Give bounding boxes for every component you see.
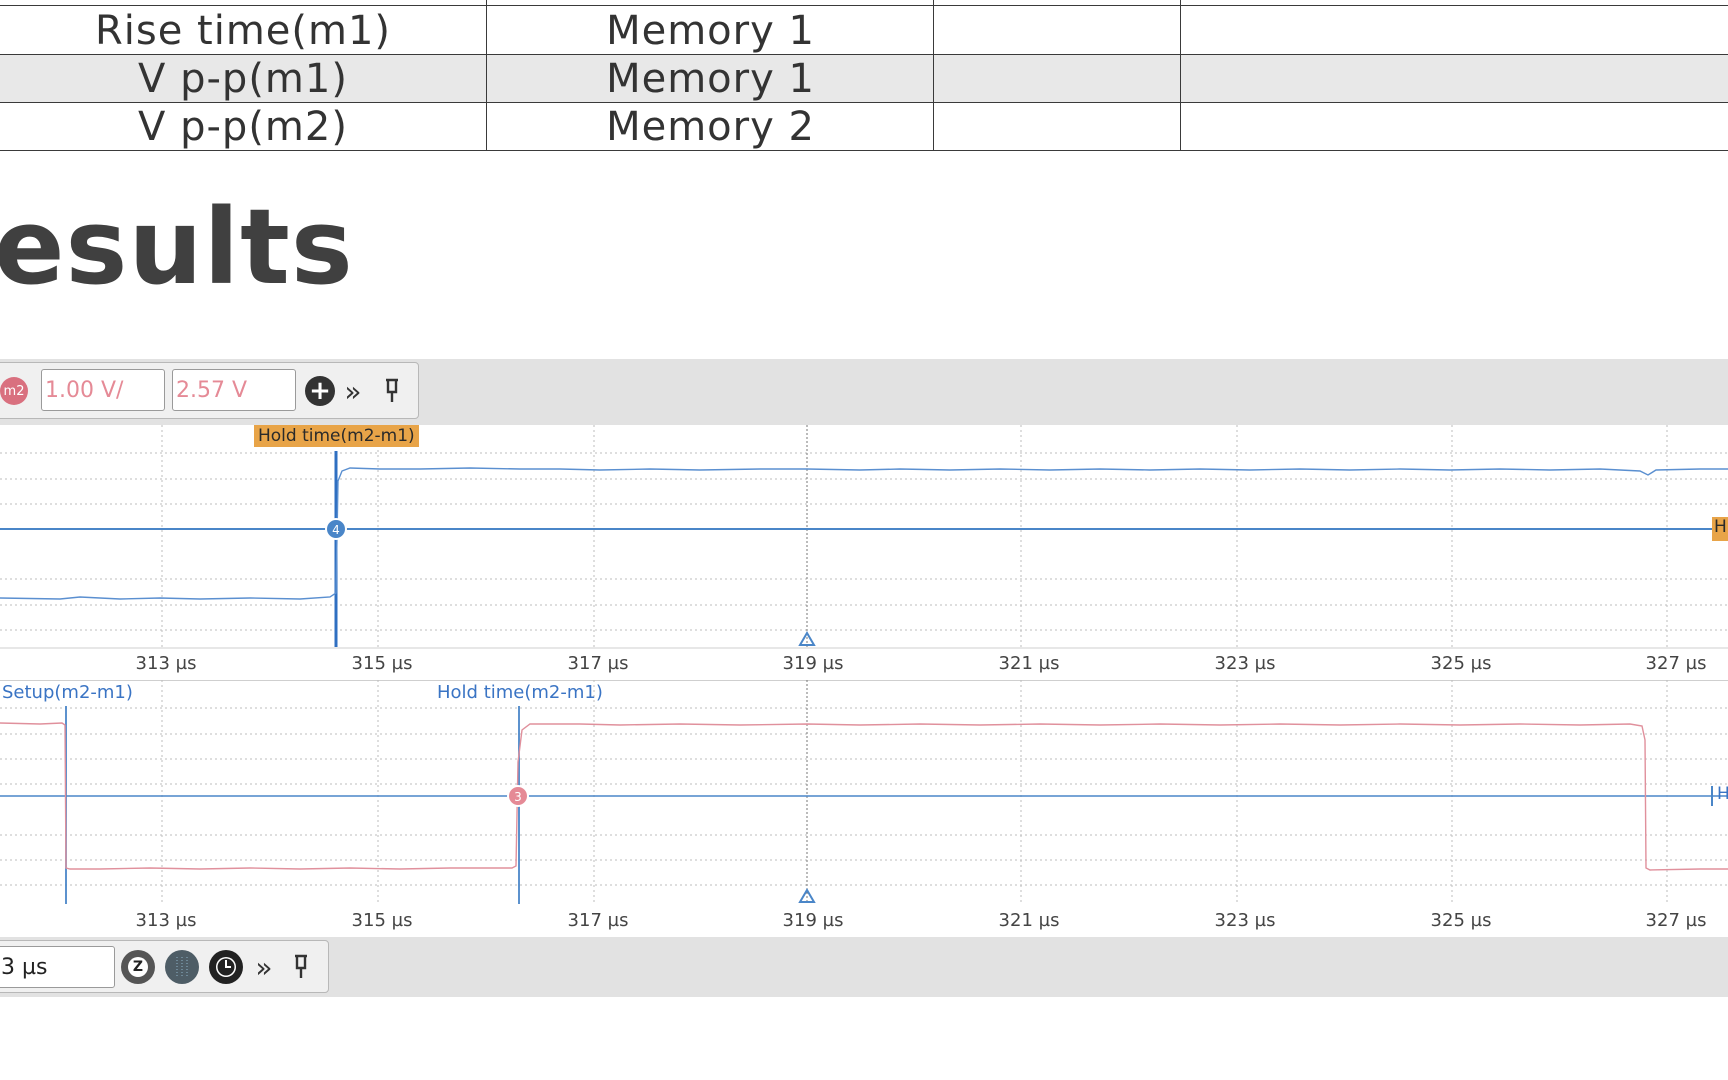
lower-scope-panel: 3 Setup(m2-m1) Hold time(m2-m1) H 313 µs… [0, 680, 1728, 937]
clock-icon[interactable] [209, 950, 243, 984]
section-heading: esults [0, 186, 354, 308]
measurement-source: Memory 1 [606, 7, 815, 54]
add-icon[interactable]: + [305, 376, 335, 406]
time-tick-label: 319 µs [782, 910, 844, 931]
time-tick-label: 327 µs [1645, 653, 1707, 674]
upper-scope-panel: 4 Hold time(m2-m1) H 313 µs 315 µs 317 µ… [0, 425, 1728, 680]
channel-toolbar: m2 1.00 V/ 2.57 V + » [0, 362, 419, 419]
upper-cursor-index: 4 [332, 523, 340, 537]
measurement-source: Memory 2 [606, 103, 815, 150]
lower-marker-label-hold[interactable]: Hold time(m2-m1) [437, 682, 603, 703]
lower-edge-tag[interactable]: H [1717, 784, 1728, 804]
time-tick-label: 321 µs [998, 910, 1060, 931]
timebase-input[interactable]: 3 µs [0, 946, 115, 988]
upper-edge-tag[interactable]: H [1712, 517, 1728, 541]
time-tick-label: 317 µs [567, 910, 629, 931]
measurement-name: V p-p(m1) [138, 55, 348, 102]
table-row[interactable]: Rise time(m1) Memory 1 [0, 7, 1728, 55]
time-tick-label: 315 µs [351, 910, 413, 931]
expand-icon[interactable]: » [249, 949, 279, 985]
column-divider [1180, 0, 1181, 151]
zoom-icon[interactable]: Z [121, 950, 155, 984]
time-tick-label: 313 µs [135, 653, 197, 674]
table-row[interactable]: V p-p(m2) Memory 2 [0, 103, 1728, 151]
expand-icon[interactable]: » [338, 375, 368, 408]
upper-marker-label[interactable]: Hold time(m2-m1) [254, 425, 419, 447]
measurement-name: V p-p(m2) [138, 103, 348, 150]
table-row-partial [0, 0, 1728, 6]
time-tick-label: 313 µs [135, 910, 197, 931]
time-tick-label: 321 µs [998, 653, 1060, 674]
column-divider [933, 0, 934, 151]
time-tick-label: 327 µs [1645, 910, 1707, 931]
time-toolbar: 3 µs Z » [0, 940, 329, 993]
lower-cursor-index: 3 [514, 790, 522, 804]
lower-grid[interactable]: 3 [0, 680, 1728, 906]
time-tick-label: 323 µs [1214, 653, 1276, 674]
time-tick-label: 315 µs [351, 653, 413, 674]
pin-icon[interactable] [378, 375, 406, 407]
measurement-name: Rise time(m1) [94, 7, 392, 54]
persistence-icon[interactable] [165, 950, 199, 984]
lower-marker-label-setup[interactable]: Setup(m2-m1) [2, 682, 133, 703]
table-row[interactable]: V p-p(m1) Memory 1 [0, 55, 1728, 103]
upper-grid[interactable]: 4 [0, 425, 1728, 649]
time-tick-label: 323 µs [1214, 910, 1276, 931]
measurement-source: Memory 1 [606, 55, 815, 102]
time-tick-label: 319 µs [782, 653, 844, 674]
channel-scale-input[interactable]: 1.00 V/ [41, 369, 165, 411]
time-tick-label: 325 µs [1430, 910, 1492, 931]
time-tick-label: 317 µs [567, 653, 629, 674]
column-divider [486, 0, 487, 151]
time-tick-label: 325 µs [1430, 653, 1492, 674]
channel-badge[interactable]: m2 [0, 377, 28, 405]
pin-icon[interactable] [287, 951, 315, 983]
channel-offset-input[interactable]: 2.57 V [172, 369, 296, 411]
